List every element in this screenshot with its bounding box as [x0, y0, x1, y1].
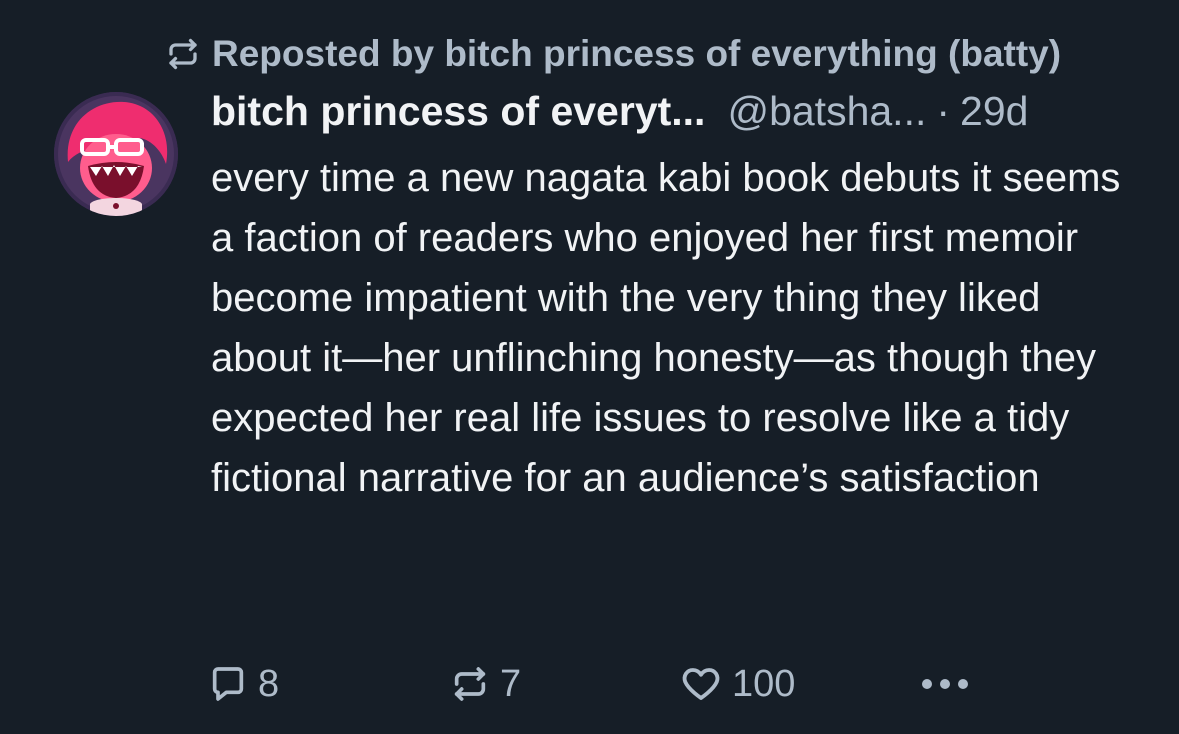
repost-button[interactable]: 7 — [450, 654, 521, 714]
post-header: bitch princess of everyt... @batsha... ·… — [211, 88, 1151, 146]
more-options-button[interactable] — [918, 654, 982, 714]
repost-icon — [162, 33, 204, 75]
author-display-name[interactable]: bitch princess of everyt... — [211, 88, 705, 135]
repost-banner[interactable]: Reposted by bitch princess of everything… — [162, 30, 1061, 78]
post-card[interactable]: Reposted by bitch princess of everything… — [0, 0, 1179, 734]
post-content: bitch princess of everyt... @batsha... ·… — [211, 88, 1151, 508]
action-bar: 8 7 100 — [208, 654, 1008, 714]
avatar[interactable] — [54, 92, 178, 216]
like-button[interactable]: 100 — [680, 654, 795, 714]
more-icon — [918, 674, 972, 694]
like-count: 100 — [732, 662, 796, 705]
repost-count: 7 — [500, 662, 522, 705]
repost-banner-text: Reposted by bitch princess of everything… — [212, 33, 1062, 74]
author-handle[interactable]: @batsha... — [727, 88, 926, 135]
separator-dot: · — [936, 88, 951, 134]
repost-icon — [450, 664, 490, 704]
reply-count: 8 — [258, 662, 280, 705]
reply-button[interactable]: 8 — [208, 654, 279, 714]
reply-icon — [208, 664, 248, 704]
post-text: every time a new nagata kabi book debuts… — [211, 156, 1121, 500]
post-timestamp[interactable]: 29d — [960, 88, 1028, 135]
heart-icon — [680, 663, 722, 705]
